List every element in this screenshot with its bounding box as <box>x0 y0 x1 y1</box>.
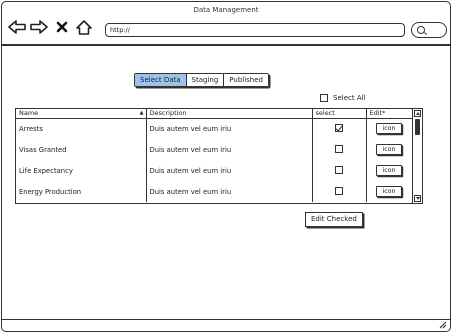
close-icon[interactable] <box>54 17 70 37</box>
row-name: Visas Granted <box>16 139 147 160</box>
row-select-checkbox[interactable] <box>335 144 343 153</box>
scroll-up-icon[interactable] <box>414 110 421 117</box>
sort-down-icon: ▲ <box>139 110 144 116</box>
status-bar-divider <box>2 319 450 321</box>
search-button[interactable] <box>411 22 447 38</box>
row-select-checkbox[interactable] <box>335 123 343 132</box>
arrow-right-icon[interactable] <box>29 17 49 37</box>
row-edit-button[interactable]: icon <box>376 165 402 176</box>
row-description: Duis autem vel eum iriu <box>146 139 313 160</box>
row-name: Energy Production <box>16 181 147 202</box>
row-select-checkbox[interactable] <box>335 165 343 174</box>
home-icon[interactable] <box>74 17 94 37</box>
toolbar-divider <box>2 44 450 46</box>
arrow-left-icon[interactable] <box>7 17 27 37</box>
row-description: Duis autem vel eum iriu <box>146 118 313 139</box>
resize-grip-icon[interactable] <box>439 321 447 329</box>
row-description: Duis autem vel eum iriu <box>146 181 313 202</box>
row-edit-button[interactable]: icon <box>376 123 402 135</box>
row-description: Duis autem vel eum iriu <box>146 160 313 181</box>
edit-checked-button[interactable]: Edit Checked <box>305 212 363 227</box>
row-select-checkbox[interactable] <box>335 186 343 195</box>
browser-window: Data Management http:// Select Data Stag… <box>1 1 451 332</box>
table-row[interactable]: Visas Granted Duis autem vel eum iriu ic… <box>16 139 413 160</box>
data-table: Name ▲ Description select Edit* Arrests … <box>15 108 423 204</box>
column-header-select[interactable]: select <box>312 109 367 119</box>
row-name: Arrests <box>16 118 147 139</box>
vertical-scrollbar[interactable] <box>412 109 422 203</box>
table-row[interactable]: Energy Production Duis autem vel eum iri… <box>16 181 413 202</box>
tab-select-data[interactable]: Select Data <box>135 74 187 86</box>
select-all-checkbox[interactable] <box>320 94 328 102</box>
url-input[interactable]: http:// <box>105 23 405 37</box>
column-header-name-label: Name <box>19 109 39 118</box>
column-header-description[interactable]: Description <box>146 109 313 119</box>
row-edit-button[interactable]: icon <box>376 186 402 197</box>
table-row[interactable]: Life Expectancy Duis autem vel eum iriu … <box>16 160 413 181</box>
tab-published[interactable]: Published <box>224 74 268 86</box>
column-header-name[interactable]: Name ▲ <box>16 109 147 119</box>
row-edit-button[interactable]: icon <box>376 144 402 155</box>
select-all[interactable]: Select All <box>320 94 366 102</box>
column-header-edit[interactable]: Edit* <box>366 109 413 119</box>
scroll-down-icon[interactable] <box>414 195 421 202</box>
tab-bar: Select Data Staging Published <box>134 73 269 87</box>
select-all-label: Select All <box>333 94 366 102</box>
search-icon <box>417 26 425 34</box>
scrollbar-thumb[interactable] <box>415 119 420 135</box>
row-name: Life Expectancy <box>16 160 147 181</box>
window-title: Data Management <box>193 6 259 14</box>
tab-staging[interactable]: Staging <box>186 74 225 86</box>
table-row[interactable]: Arrests Duis autem vel eum iriu icon <box>16 118 413 139</box>
